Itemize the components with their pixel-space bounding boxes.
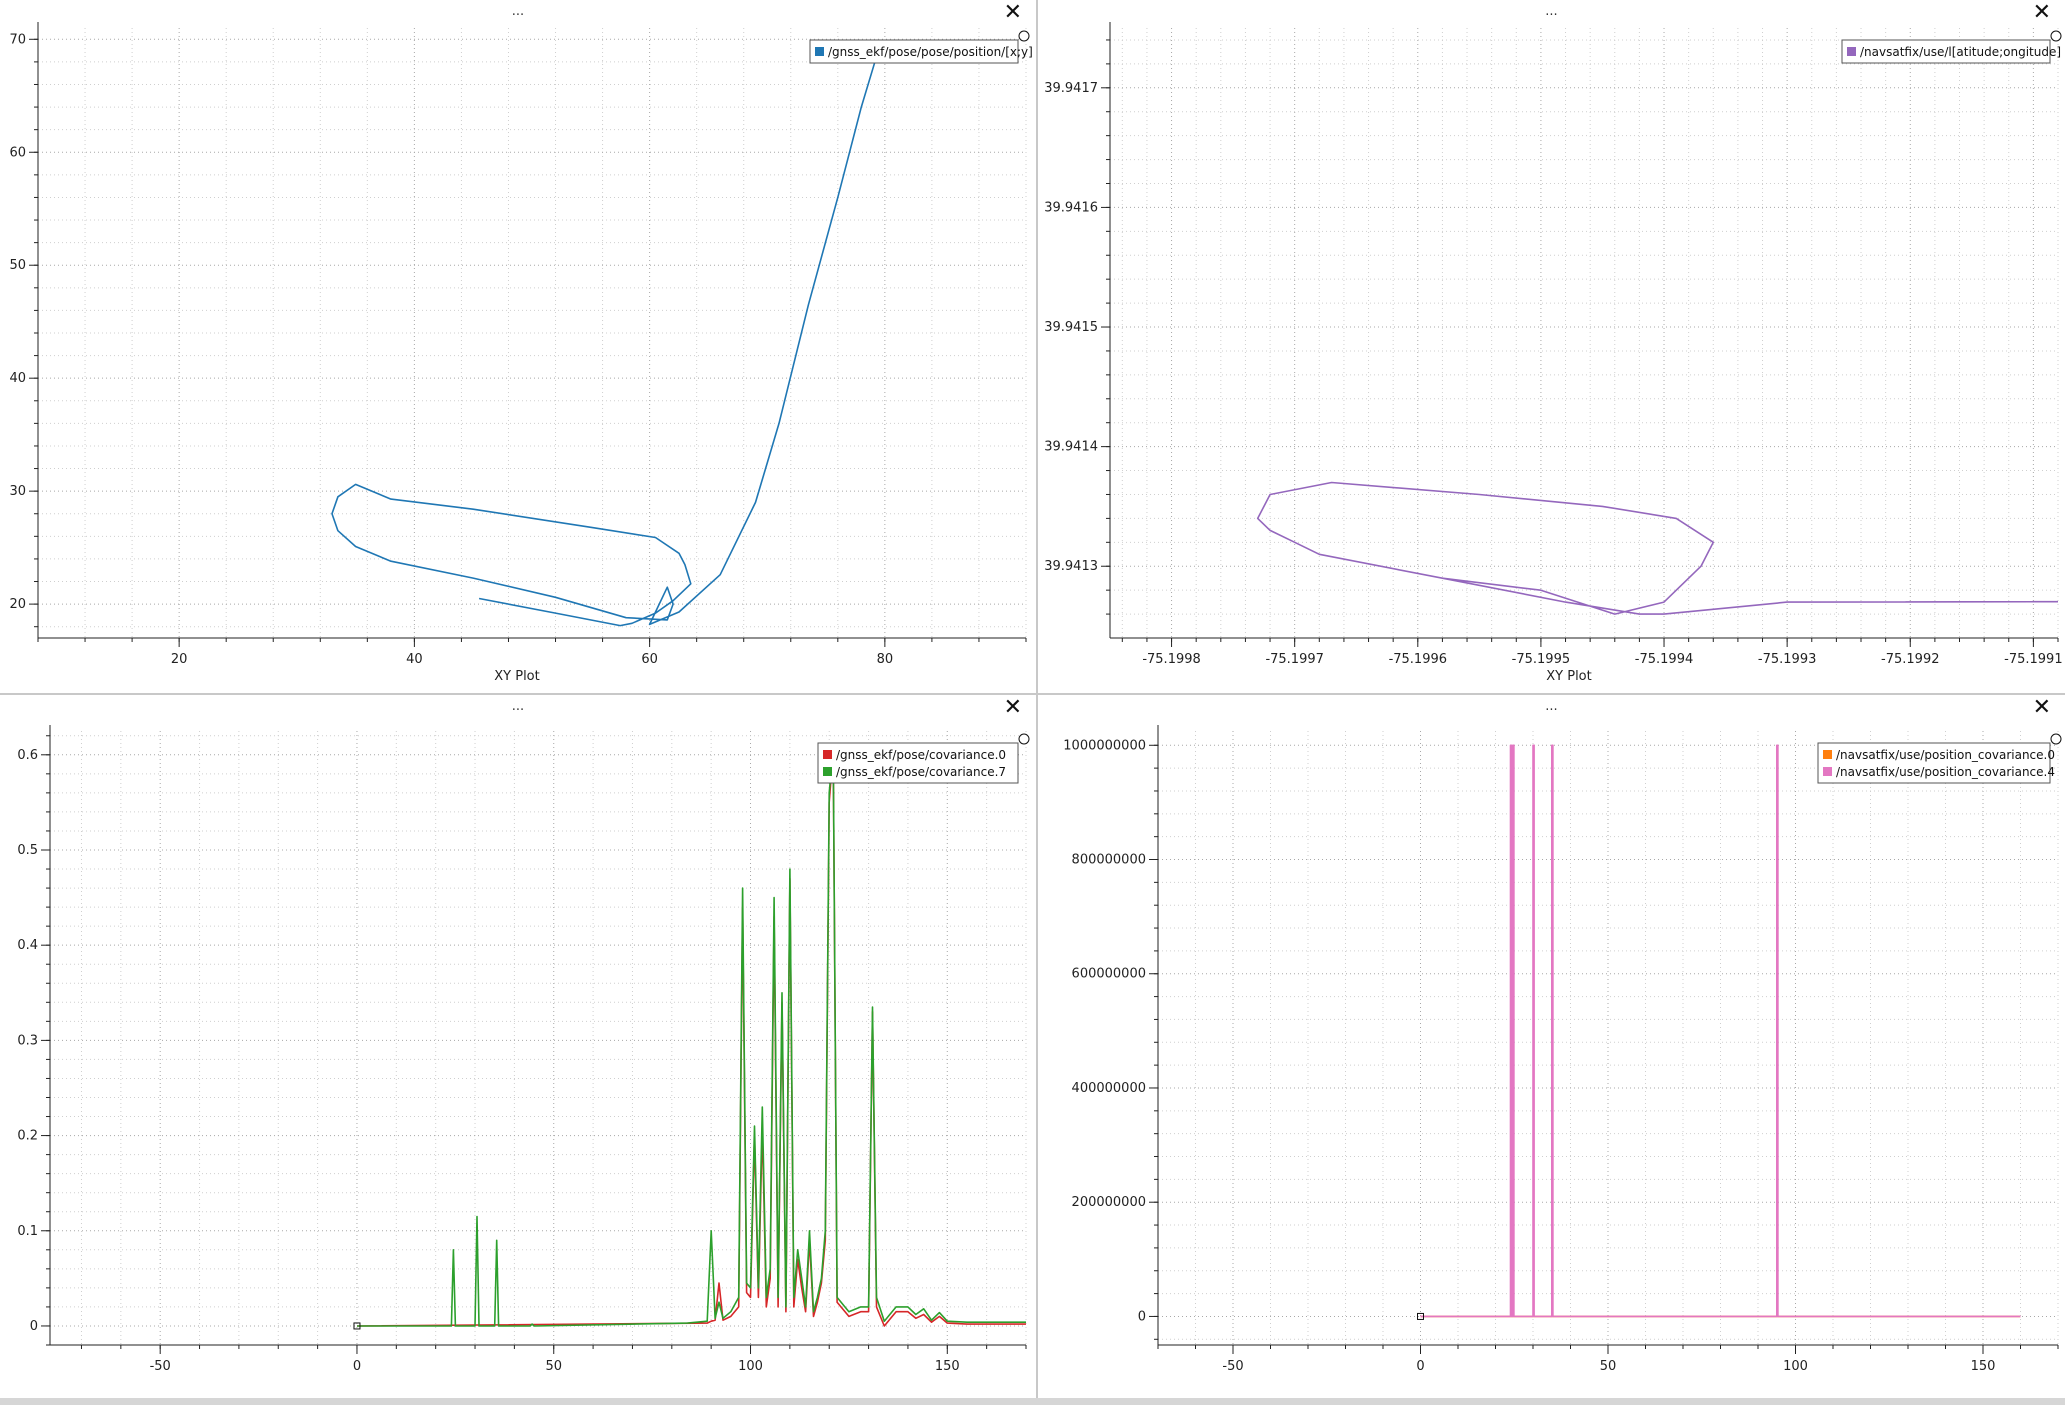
y-tick-label: 30	[9, 484, 26, 499]
series-line-1	[357, 746, 1026, 1327]
chart-plot-area[interactable]: -50 0 50 100 150 0 0.1 0.2 0.3 0.4 0.5 0.6/gnss_ekf…	[0, 695, 1036, 1398]
y-tick-label: 39.9415	[1044, 320, 1098, 335]
x-tick-label: 50	[1600, 1359, 1617, 1374]
y-tick-label: 39.9413	[1044, 559, 1098, 574]
x-tick-label: -50	[1222, 1359, 1243, 1374]
chart-plot-area[interactable]: 20 40 60 80 20 30 40 50 60 70 XY Plot/gnss_ekf/pos…	[0, 0, 1036, 693]
x-tick-label: 20	[171, 652, 188, 667]
x-tick-label: -75.1998	[1142, 652, 1200, 667]
legend-handle[interactable]	[2050, 733, 2062, 745]
y-tick-label: 0.2	[17, 1129, 38, 1144]
x-tick-label: 100	[1783, 1359, 1808, 1374]
x-tick-label: -75.1994	[1635, 652, 1693, 667]
legend-swatch	[1823, 767, 1832, 776]
x-tick-label: 80	[877, 652, 894, 667]
x-tick-label: 0	[1416, 1359, 1424, 1374]
y-tick-label: 200000000	[1072, 1195, 1146, 1210]
legend-entry: /navsatfix/use/position_covariance.0	[1836, 748, 2055, 762]
y-tick-label: 0.4	[17, 938, 38, 953]
x-tick-label: -75.1992	[1881, 652, 1939, 667]
grid	[37, 28, 1027, 638]
x-tick-label: -75.1996	[1389, 652, 1447, 667]
legend-swatch	[815, 47, 824, 56]
grid	[50, 731, 1027, 1346]
y-tick-label: 0.6	[17, 748, 38, 763]
legend-handle[interactable]	[2050, 30, 2062, 42]
grid	[1157, 731, 2059, 1345]
grid	[1110, 28, 2059, 638]
legend-swatch	[1847, 47, 1856, 56]
legend-swatch	[1823, 750, 1832, 759]
legend-entry: /gnss_ekf/pose/pose/position/[x;y]	[828, 45, 1033, 59]
x-axis-title: XY Plot	[1546, 669, 1591, 684]
y-tick-label: 40	[9, 371, 26, 386]
legend-handle[interactable]	[1018, 30, 1030, 42]
legend[interactable]: /gnss_ekf/pose/pose/position/[x;y]	[809, 30, 1033, 64]
legend-entry: /navsatfix/use/l[atitude;ongitude]	[1860, 45, 2061, 59]
series-line-0	[331, 55, 878, 627]
y-tick-label: 1000000000	[1063, 738, 1146, 753]
y-tick-label: 0	[1138, 1309, 1146, 1324]
y-tick-label: 0.5	[17, 843, 38, 858]
legend[interactable]: /navsatfix/use/l[atitude;ongitude]	[1841, 30, 2062, 64]
time-plot-panel-ekf-covariance: ... ✕ -50 0 50 100 150 0 0.1 0.2 0.3 0.4 0.5 0.6/gn…	[0, 695, 1036, 1398]
y-tick-label: 0.1	[17, 1224, 38, 1239]
x-tick-label: -75.1991	[2004, 652, 2062, 667]
x-tick-label: -75.1995	[1512, 652, 1570, 667]
xy-plot-panel-navsatfix: ... ✕ -75.1998 -75.1997 -75.1996 -75.1995 -7…	[1038, 0, 2065, 693]
x-tick-label: 40	[406, 652, 423, 667]
legend-entry: /gnss_ekf/pose/covariance.0	[836, 748, 1006, 762]
legend-entry: /navsatfix/use/position_covariance.4	[1836, 765, 2055, 779]
y-tick-label: 20	[9, 597, 26, 612]
y-tick-label: 39.9416	[1044, 200, 1098, 215]
x-tick-label: 0	[353, 1359, 361, 1374]
y-tick-label: 70	[9, 32, 26, 47]
series-line-0	[356, 749, 1026, 1327]
x-tick-label: -75.1993	[1758, 652, 1816, 667]
status-bar	[0, 1398, 2065, 1405]
x-tick-label: 100	[738, 1359, 763, 1374]
legend-handle[interactable]	[1018, 733, 1030, 745]
x-axis-title: XY Plot	[494, 669, 539, 684]
y-tick-label: 60	[9, 145, 26, 160]
y-tick-label: 0.3	[17, 1033, 38, 1048]
x-tick-label: 150	[1971, 1359, 1996, 1374]
x-tick-label: -75.1997	[1265, 652, 1323, 667]
x-tick-label: 50	[545, 1359, 562, 1374]
x-tick-label: -50	[150, 1359, 171, 1374]
series-line-1	[1420, 744, 2021, 1318]
y-tick-label: 50	[9, 258, 26, 273]
legend[interactable]: /navsatfix/use/position_covariance.0/nav…	[1817, 733, 2062, 784]
legend-swatch	[823, 750, 832, 759]
xy-plot-panel-gnss: ... ✕ 20 40 60 80 20 30 40 50 60 70 XY Plot/gnss_e…	[0, 0, 1036, 693]
legend-swatch	[823, 767, 832, 776]
y-tick-label: 39.9414	[1044, 440, 1098, 455]
y-tick-label: 0	[30, 1319, 38, 1334]
x-tick-label: 150	[935, 1359, 960, 1374]
x-tick-label: 60	[641, 652, 658, 667]
series-line-0	[1256, 481, 2058, 615]
y-tick-label: 600000000	[1072, 967, 1146, 982]
y-tick-label: 400000000	[1072, 1081, 1146, 1096]
time-plot-panel-navsatfix-covariance: ... ✕ -50 0 50 100 150 0 200000000 400000000 600…	[1038, 695, 2065, 1398]
y-tick-label: 39.9417	[1044, 81, 1098, 96]
chart-plot-area[interactable]: -75.1998 -75.1997 -75.1996 -75.1995 -75.1994…	[1038, 0, 2065, 693]
y-tick-label: 800000000	[1072, 853, 1146, 868]
legend-entry: /gnss_ekf/pose/covariance.7	[836, 765, 1006, 779]
legend[interactable]: /gnss_ekf/pose/covariance.0/gnss_ekf/pos…	[817, 733, 1030, 784]
chart-plot-area[interactable]: -50 0 50 100 150 0 200000000 400000000 600000000…	[1038, 695, 2065, 1398]
